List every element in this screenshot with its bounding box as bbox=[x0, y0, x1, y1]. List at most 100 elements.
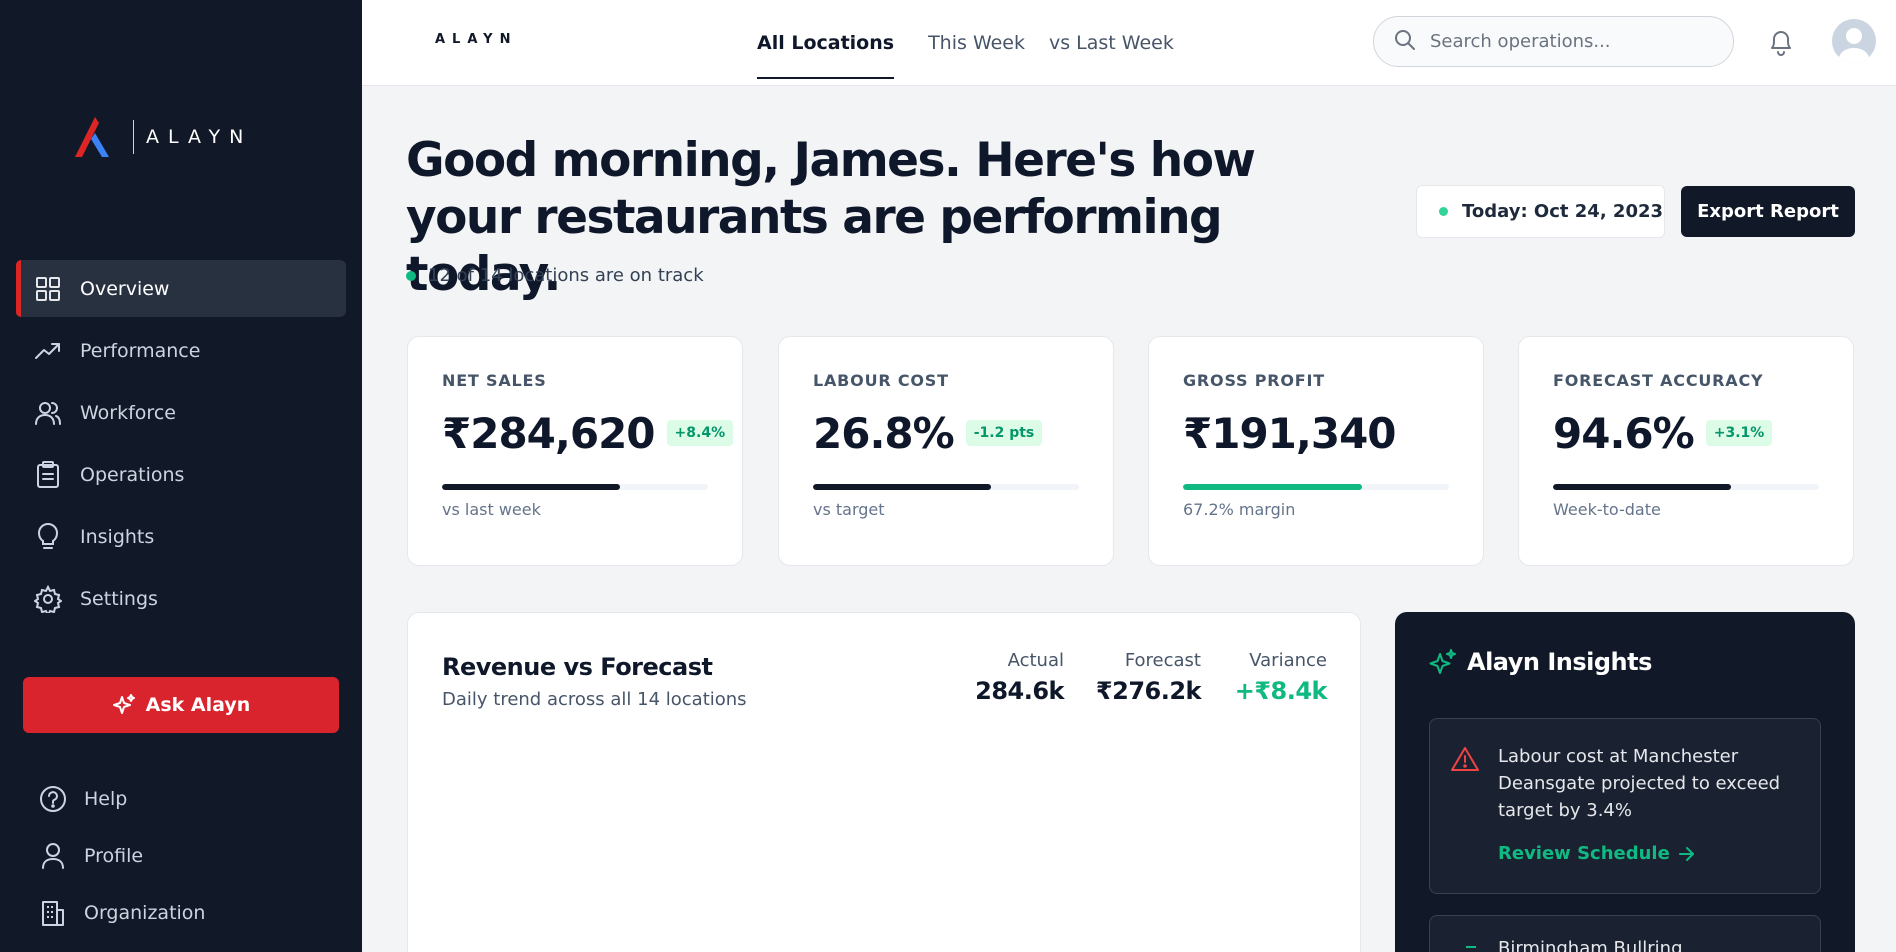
metric-value: +₹8.4k bbox=[1234, 677, 1328, 705]
sidebar-item-operations[interactable]: Operations bbox=[16, 446, 346, 503]
tab-vs-last-week[interactable]: vs Last Week bbox=[1049, 0, 1174, 86]
revenue-forecast-card: Revenue vs Forecast Daily trend across a… bbox=[407, 612, 1361, 952]
kpi-value: 26.8% bbox=[813, 408, 955, 458]
topbar-logo[interactable]: ALAYN bbox=[435, 32, 517, 47]
kpi-progress-bar bbox=[1183, 484, 1449, 490]
status-text: 12 of 14 locations are on track bbox=[428, 265, 704, 286]
insights-panel: Alayn Insights Labour cost at Manchester… bbox=[1395, 612, 1855, 952]
export-report-button[interactable]: Export Report bbox=[1681, 186, 1855, 237]
alayn-logo-mark-icon bbox=[75, 117, 109, 157]
insight-alert: Labour cost at Manchester Deansgate proj… bbox=[1429, 718, 1821, 894]
sidebar-item-label: Profile bbox=[84, 844, 144, 867]
help-circle-icon bbox=[38, 784, 68, 814]
metric-label: Variance bbox=[1249, 650, 1327, 671]
kpi-footnote: Week-to-date bbox=[1553, 500, 1661, 519]
kpi-label: FORECAST ACCURACY bbox=[1553, 371, 1764, 390]
search-box bbox=[1373, 16, 1734, 67]
kpi-value: ₹191,340 bbox=[1183, 408, 1397, 458]
logo-divider bbox=[133, 120, 134, 154]
ask-alayn-button[interactable]: Ask Alayn bbox=[23, 677, 339, 733]
sidebar-item-overview[interactable]: Overview bbox=[16, 260, 346, 317]
location-tabs: All Locations This Week vs Last Week bbox=[757, 0, 1208, 86]
insights-title-text: Alayn Insights bbox=[1467, 648, 1652, 676]
lightbulb-icon bbox=[34, 522, 62, 551]
sidebar-item-label: Workforce bbox=[80, 401, 176, 424]
clipboard-icon bbox=[34, 460, 62, 489]
insights-title: Alayn Insights bbox=[1429, 648, 1652, 676]
kpi-card-net-sales[interactable]: NET SALES ₹284,620 +8.4% vs last week bbox=[407, 336, 743, 566]
kpi-progress-fill bbox=[813, 484, 992, 490]
search-input[interactable] bbox=[1430, 31, 1710, 52]
metric-forecast: Forecast ₹276.2k bbox=[1095, 650, 1202, 705]
metric-label: Forecast bbox=[1124, 650, 1201, 671]
sparkle-icon bbox=[1429, 648, 1457, 676]
grid-icon bbox=[34, 275, 62, 303]
sidebar-item-settings[interactable]: Settings bbox=[16, 570, 346, 627]
sidebar-logo[interactable]: ALAYN bbox=[73, 115, 252, 159]
kpi-footnote: vs last week bbox=[442, 500, 541, 519]
sidebar-item-help[interactable]: Help bbox=[38, 770, 205, 827]
gear-icon bbox=[34, 584, 62, 613]
revenue-card-title: Revenue vs Forecast bbox=[442, 653, 713, 681]
date-selector[interactable]: Today: Oct 24, 2023 bbox=[1416, 185, 1665, 238]
kpi-footnote: 67.2% margin bbox=[1183, 500, 1296, 519]
sidebar-item-label: Help bbox=[84, 787, 128, 810]
kpi-progress-fill bbox=[1183, 484, 1362, 490]
kpi-change-badge: +3.1% bbox=[1705, 420, 1773, 446]
kpi-progress-fill bbox=[442, 484, 621, 490]
kpi-footnote: vs target bbox=[813, 500, 885, 519]
sidebar-item-performance[interactable]: Performance bbox=[16, 322, 346, 379]
tab-this-week[interactable]: This Week bbox=[928, 0, 1025, 86]
avatar[interactable] bbox=[1832, 19, 1876, 63]
alert-message: Labour cost at Manchester Deansgate proj… bbox=[1498, 746, 1781, 821]
sidebar: ALAYN Overview Performance Workforce Ope… bbox=[0, 0, 362, 952]
kpi-card-forecast-accuracy[interactable]: FORECAST ACCURACY 94.6% +3.1% Week-to-da… bbox=[1518, 336, 1854, 566]
kpi-card-gross-profit[interactable]: GROSS PROFIT ₹191,340 67.2% margin bbox=[1148, 336, 1484, 566]
kpi-progress-bar bbox=[1553, 484, 1819, 490]
sidebar-item-insights[interactable]: Insights bbox=[16, 508, 346, 565]
date-dot bbox=[1439, 207, 1448, 216]
sidebar-item-profile[interactable]: Profile bbox=[38, 827, 205, 884]
top-bar: ALAYN All Locations This Week vs Last We… bbox=[362, 0, 1896, 86]
review-schedule-link[interactable]: Review Schedule bbox=[1498, 843, 1696, 864]
kpi-label: GROSS PROFIT bbox=[1183, 371, 1325, 390]
status-dot bbox=[406, 270, 416, 281]
metric-value: ₹276.2k bbox=[1095, 677, 1202, 705]
sidebar-item-label: Operations bbox=[80, 463, 185, 486]
kpi-value: 94.6% bbox=[1553, 408, 1695, 458]
sidebar-nav: Overview Performance Workforce Operation… bbox=[16, 260, 346, 632]
metric-variance: Variance +₹8.4k bbox=[1234, 650, 1328, 705]
review-schedule-label: Review Schedule bbox=[1498, 843, 1670, 864]
sidebar-item-workforce[interactable]: Workforce bbox=[16, 384, 346, 441]
revenue-card-subtitle: Daily trend across all 14 locations bbox=[442, 689, 747, 710]
kpi-value: ₹284,620 bbox=[442, 408, 656, 458]
insight-alert: Birmingham Bullring bbox=[1429, 915, 1821, 952]
user-icon bbox=[38, 841, 68, 871]
sidebar-item-label: Overview bbox=[80, 277, 170, 300]
kpi-progress-fill bbox=[1553, 484, 1732, 490]
users-icon bbox=[34, 399, 62, 427]
kpi-change-badge: -1.2 pts bbox=[965, 420, 1043, 446]
tab-all-locations[interactable]: All Locations bbox=[757, 0, 895, 86]
trending-up-icon bbox=[34, 337, 62, 365]
metric-actual: Actual 284.6k bbox=[975, 650, 1064, 705]
sparkle-icon bbox=[112, 693, 136, 717]
arrow-right-icon bbox=[1678, 846, 1696, 862]
search-icon bbox=[1394, 29, 1416, 55]
metric-label: Actual bbox=[1007, 650, 1064, 671]
sidebar-item-organization[interactable]: Organization bbox=[38, 884, 205, 941]
sidebar-item-label: Organization bbox=[84, 901, 206, 924]
building-icon bbox=[38, 898, 68, 928]
date-text: Today: Oct 24, 2023 bbox=[1462, 201, 1664, 222]
logo-wordmark: ALAYN bbox=[146, 126, 253, 148]
bell-icon[interactable] bbox=[1768, 27, 1794, 61]
sidebar-footer-nav: Help Profile Organization bbox=[38, 770, 205, 941]
alert-message: Birmingham Bullring bbox=[1498, 938, 1683, 952]
kpi-card-labour-cost[interactable]: LABOUR COST 26.8% -1.2 pts vs target bbox=[778, 336, 1114, 566]
kpi-label: NET SALES bbox=[442, 371, 547, 390]
ask-alayn-label: Ask Alayn bbox=[145, 694, 251, 716]
kpi-label: LABOUR COST bbox=[813, 371, 949, 390]
warning-triangle-icon bbox=[1450, 745, 1480, 777]
alert-marker-icon bbox=[1466, 946, 1476, 948]
sidebar-item-label: Settings bbox=[80, 587, 158, 610]
